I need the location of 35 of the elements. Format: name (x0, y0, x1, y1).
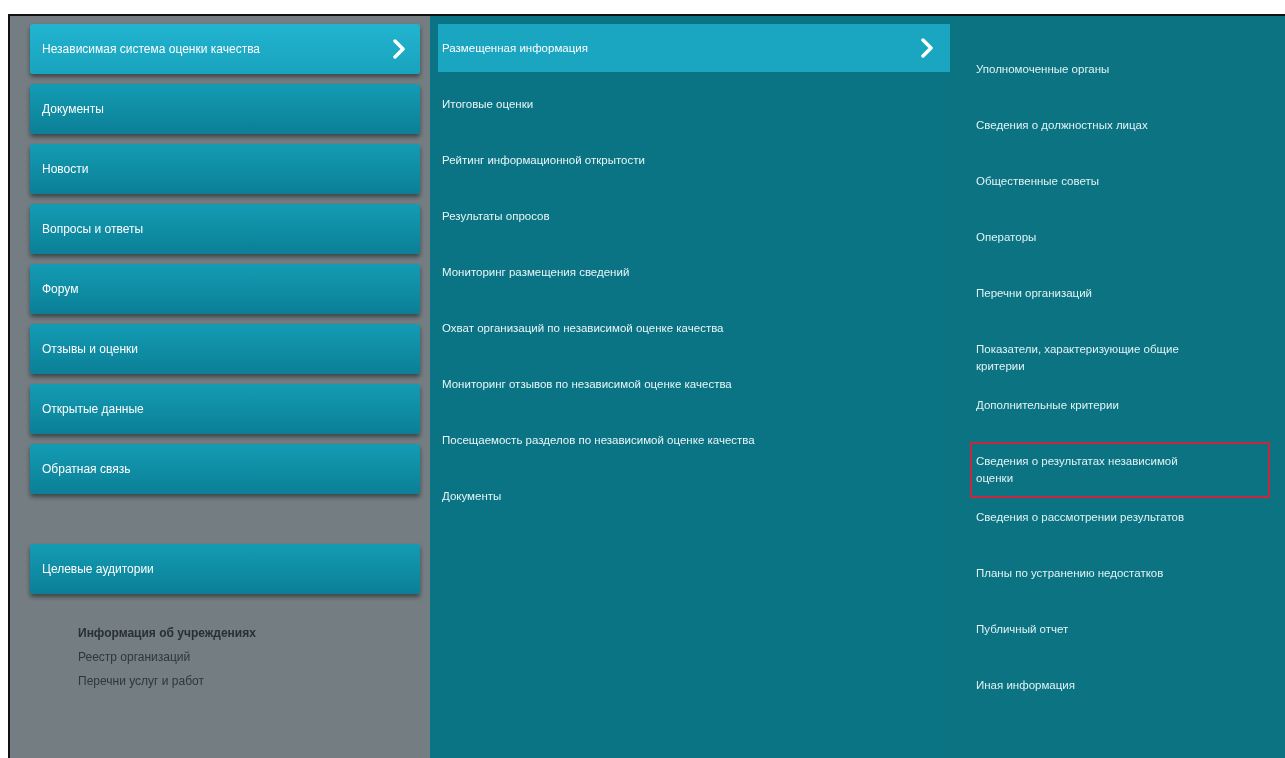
submenu-item[interactable]: Мониторинг размещения сведений (438, 248, 950, 296)
menu-link[interactable]: Общественные советы (970, 162, 1270, 218)
menu-link[interactable]: Показатели, характеризующие общие критерии (970, 330, 1270, 386)
menu-link[interactable]: Операторы (970, 218, 1270, 274)
submenu-item[interactable]: Результаты опросов (438, 192, 950, 240)
menu-link[interactable]: Планы по устранению недостатков (970, 554, 1270, 610)
menu-link[interactable]: Сведения о рассмотрении результатов (970, 498, 1270, 554)
sidebar-link[interactable]: Перечни услуг и работ (78, 674, 204, 688)
menu-link[interactable]: Сведения о результатах независимой оценки (970, 442, 1270, 498)
submenu-item[interactable]: Мониторинг отзывов по независимой оценке качества (438, 360, 950, 408)
menu-link[interactable]: Уполномоченные органы (970, 50, 1270, 106)
sidebar-item[interactable]: Вопросы и ответы (30, 204, 420, 254)
menu-link[interactable]: Дополнительные критерии (970, 386, 1270, 442)
menu-link[interactable]: Публичный отчет (970, 610, 1270, 666)
section-heading[interactable]: Информация об учреждениях (78, 626, 256, 640)
submenu-item[interactable]: Охват организаций по независимой оценке качества (438, 304, 950, 352)
menu-link[interactable]: Сведения о должностных лицах (970, 106, 1270, 162)
submenu-item[interactable]: Посещаемость разделов по независимой оценке качества (438, 416, 950, 464)
sidebar-item[interactable]: Отзывы и оценки (30, 324, 420, 374)
sidebar-item[interactable]: Открытые данные (30, 384, 420, 434)
chevron-right-icon (392, 39, 406, 59)
sidebar-item[interactable]: Новости (30, 144, 420, 194)
submenu-item[interactable]: Итоговые оценки (438, 80, 950, 128)
sidebar-item[interactable]: Обратная связь (30, 444, 420, 494)
menu-link[interactable]: Иная информация (970, 666, 1270, 722)
submenu-item[interactable]: Документы (438, 472, 950, 520)
sidebar-item[interactable]: Независимая система оценки качества (30, 24, 420, 74)
chevron-right-icon (920, 38, 934, 58)
submenu-item[interactable]: Рейтинг информационной открытости (438, 136, 950, 184)
sidebar-item[interactable]: Документы (30, 84, 420, 134)
menu-link[interactable]: Перечни организаций (970, 274, 1270, 330)
sidebar-item[interactable]: Форум (30, 264, 420, 314)
target-audiences-button[interactable]: Целевые аудитории (30, 544, 420, 594)
sidebar-link[interactable]: Реестр организаций (78, 650, 191, 664)
submenu-item[interactable]: Размещенная информация (438, 24, 950, 72)
